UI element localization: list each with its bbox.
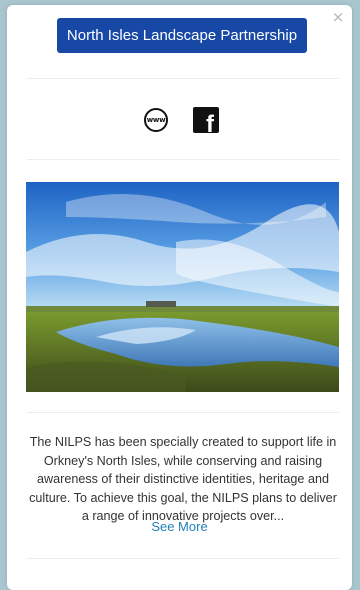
description-text: The NILPS has been specially created to …	[29, 435, 337, 523]
divider	[27, 412, 339, 413]
see-more-link[interactable]: See More	[7, 519, 352, 534]
info-popup: × North Isles Landscape Partnership www …	[7, 5, 352, 590]
close-icon[interactable]: ×	[331, 10, 345, 25]
landscape-photo	[26, 182, 339, 392]
partnership-title-button[interactable]: North Isles Landscape Partnership	[57, 18, 307, 53]
facebook-icon[interactable]: f	[193, 107, 219, 133]
svg-text:f: f	[206, 111, 215, 133]
divider	[27, 159, 339, 160]
www-icon[interactable]: www	[144, 108, 168, 132]
divider	[27, 78, 339, 79]
divider	[27, 558, 339, 559]
